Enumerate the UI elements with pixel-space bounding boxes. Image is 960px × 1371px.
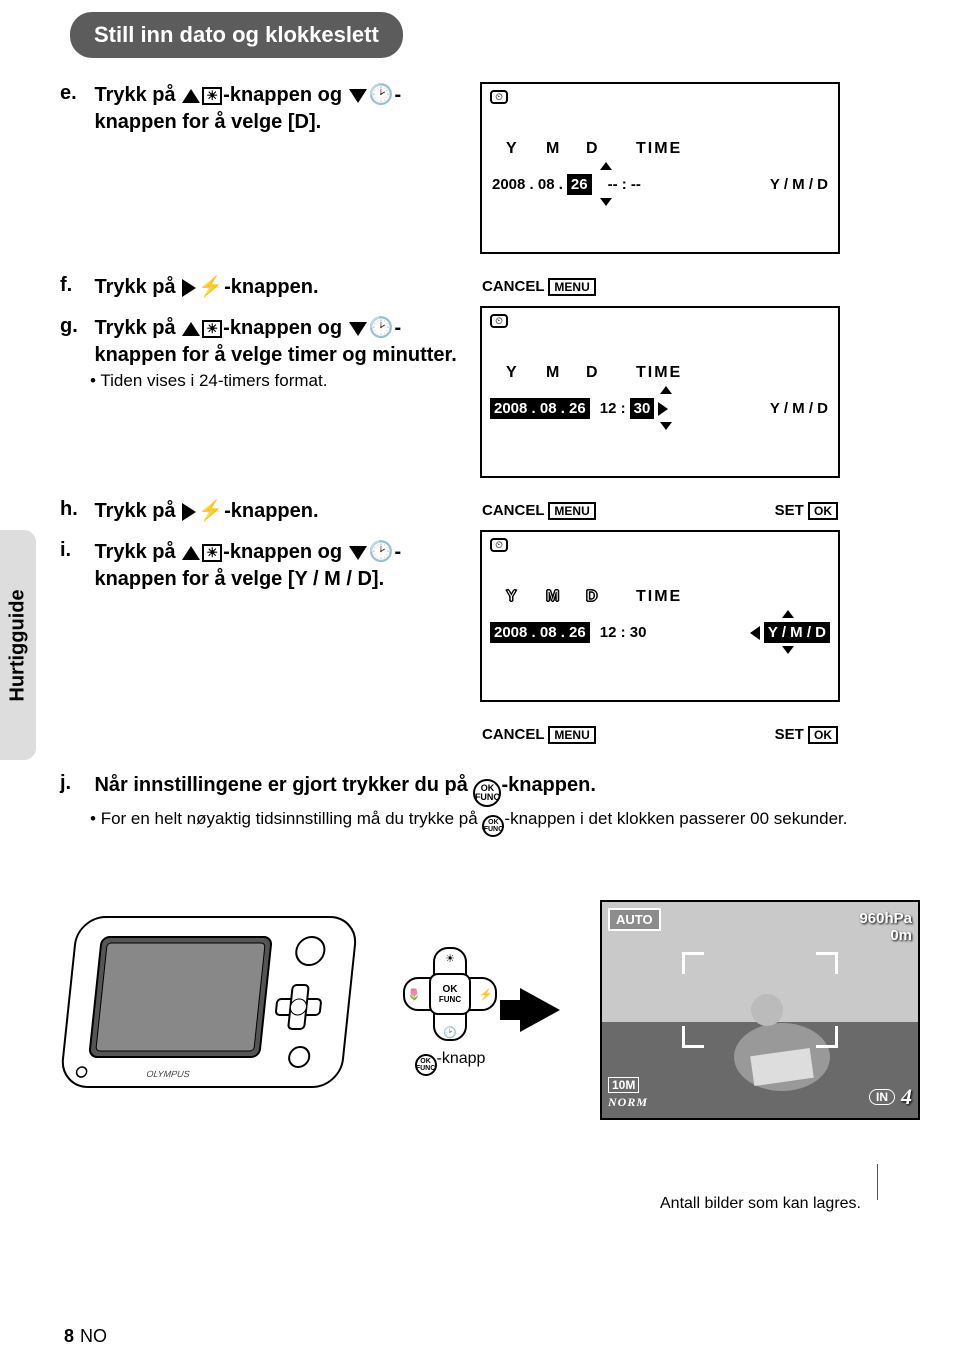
right-icon	[182, 503, 196, 521]
down-icon	[349, 89, 367, 103]
sidebar-label: Hurtigguide	[7, 589, 30, 701]
ok-icon: OK	[808, 502, 838, 520]
svg-text:☀: ☀	[445, 953, 455, 965]
auto-badge: AUTO	[608, 908, 661, 931]
screen-header-row: Y M D TIME	[506, 364, 682, 382]
exposure-icon: ☀	[202, 320, 222, 338]
svg-text:🌷: 🌷	[407, 988, 421, 1001]
step-f-letter: f.	[60, 274, 90, 297]
screen-header-row: Y M D TIME	[506, 140, 682, 158]
lcd-screen-3: ⏲ Y M D TIME 2008 . 08 . 26 12 : 30 Y / …	[480, 530, 840, 702]
left-arrow-icon	[750, 626, 760, 640]
arrow-up-icon	[660, 386, 672, 394]
arrow-down-icon	[782, 646, 794, 654]
step-g-letter: g.	[60, 315, 90, 338]
format-selected: Y / M / D	[764, 622, 830, 643]
lcd-screen-1: ⏲ Y M D TIME 2008 . 08 . 26 -- : -- Y / …	[480, 82, 840, 254]
screen3-footer: CANCEL MENU SET OK	[480, 722, 840, 754]
step-h-text: Trykk på ⚡-knappen.	[94, 498, 468, 525]
arrow-down-icon	[660, 422, 672, 430]
minute-selected: 30	[630, 398, 655, 419]
right-icon	[182, 279, 196, 297]
step-g-text: Trykk på ☀-knappen og 🕑-knappen for å ve…	[94, 315, 468, 369]
ok-icon: OK	[808, 726, 838, 744]
arrow-down-icon	[600, 198, 612, 206]
ok-func-icon: OKFUNC	[415, 1054, 437, 1076]
step-f-text: Trykk på ⚡-knappen.	[94, 274, 468, 301]
step-e-text: Trykk på ☀-knappen og 🕑-knappen for å ve…	[94, 82, 468, 136]
step-j-text: Når innstillingene er gjort trykker du p…	[94, 772, 914, 807]
step-i-text: Trykk på ☀-knappen og 🕑-knappen for å ve…	[94, 539, 468, 593]
focus-corner	[682, 1026, 704, 1048]
up-icon	[182, 322, 200, 336]
step-h-letter: h.	[60, 498, 90, 521]
screen-header-row: Y M D TIME	[506, 588, 682, 606]
flash-icon: ⚡	[198, 274, 223, 301]
menu-icon: MENU	[548, 726, 595, 744]
focus-corner	[816, 1026, 838, 1048]
clock-icon: ⏲	[490, 538, 508, 552]
svg-text:⚡: ⚡	[479, 988, 493, 1001]
clock-icon: ⏲	[490, 314, 508, 328]
menu-icon: MENU	[548, 502, 595, 520]
exposure-icon: ☀	[202, 544, 222, 562]
focus-corner	[816, 952, 838, 974]
dpad-illustration: OK FUNC ☀ 🕑 🌷 ⚡ OKFUNC-knapp	[390, 944, 510, 1076]
step-j-letter: j.	[60, 772, 90, 795]
arrow-up-icon	[782, 610, 794, 618]
svg-text:OK: OK	[443, 984, 459, 995]
pressure-readout: 960hPa 0m	[859, 910, 912, 944]
preview-caption: Antall bilder som kan lagres.	[660, 1195, 920, 1213]
screen-data-row: 2008 . 08 . 26 -- : -- Y / M / D	[490, 174, 830, 195]
arrow-icon	[520, 988, 590, 1032]
screen-data-row: 2008 . 08 . 26 12 : 30 Y / M / D	[490, 398, 830, 419]
lcd-screen-2: ⏲ Y M D TIME 2008 . 08 . 26 12 : 30 Y / …	[480, 306, 840, 478]
step-j-sub: • For en helt nøyaktig tidsinnstilling m…	[60, 809, 920, 837]
flash-icon: ⚡	[198, 498, 223, 525]
step-i-letter: i.	[60, 539, 90, 562]
menu-icon: MENU	[548, 278, 595, 296]
down-icon	[349, 322, 367, 336]
step-g-sub: • Tiden vises i 24-timers format.	[60, 371, 470, 391]
step-e-letter: e.	[60, 82, 90, 105]
timer-icon: 🕑	[369, 315, 394, 342]
down-icon	[349, 546, 367, 560]
clock-icon: ⏲	[490, 90, 508, 104]
exposure-icon: ☀	[202, 87, 222, 105]
svg-text:OLYMPUS: OLYMPUS	[146, 1069, 190, 1079]
screen1-footer: CANCEL MENU	[480, 274, 840, 306]
camera-illustration: OLYMPUS	[60, 897, 380, 1122]
sidebar-tab: Hurtigguide	[0, 530, 36, 760]
right-arrow-icon	[658, 402, 668, 416]
up-icon	[182, 546, 200, 560]
ok-func-icon: OKFUNC	[482, 815, 504, 837]
svg-text:FUNC: FUNC	[439, 995, 461, 1004]
quality-readout: 10M NORM	[608, 1077, 648, 1110]
arrow-up-icon	[600, 162, 612, 170]
day-selected: 26	[567, 174, 592, 195]
screen-data-row: 2008 . 08 . 26 12 : 30 Y / M / D	[490, 622, 830, 643]
page-title: Still inn dato og klokkeslett	[70, 12, 403, 58]
dpad-label: OKFUNC-knapp	[415, 1050, 486, 1076]
live-preview: AUTO 960hPa 0m 10M NORM IN 4	[600, 900, 920, 1120]
focus-corner	[682, 952, 704, 974]
page-number: 8NO	[64, 1326, 107, 1347]
up-icon	[182, 89, 200, 103]
storage-readout: IN 4	[869, 1084, 912, 1110]
timer-icon: 🕑	[369, 539, 394, 566]
screen2-footer: CANCEL MENU SET OK	[480, 498, 840, 530]
ok-func-icon: OKFUNC	[473, 779, 501, 807]
timer-icon: 🕑	[369, 82, 394, 109]
svg-text:🕑: 🕑	[443, 1026, 457, 1039]
